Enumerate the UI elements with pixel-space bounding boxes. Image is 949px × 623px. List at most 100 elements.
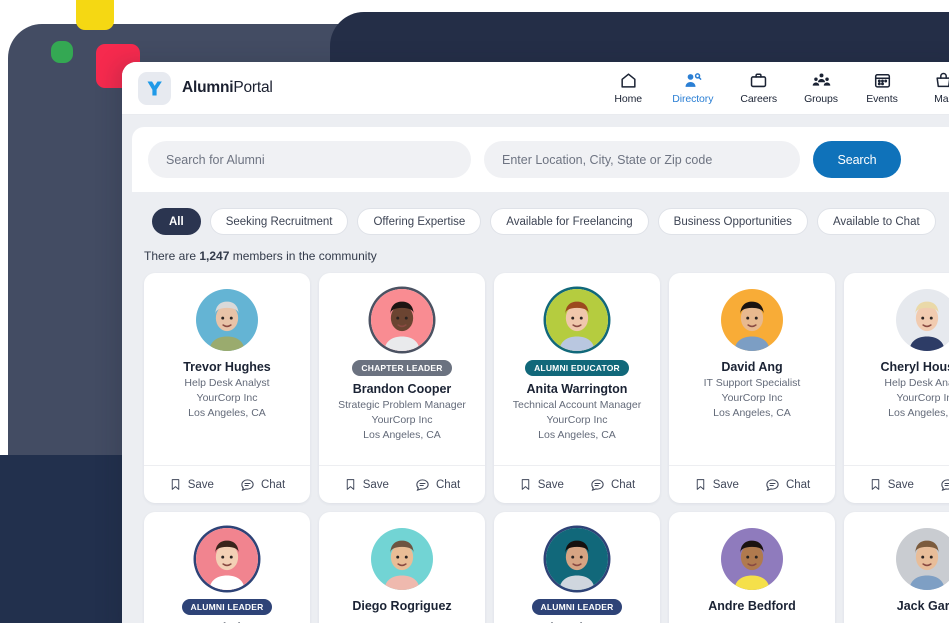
- filter-chip-seeking-recruitment[interactable]: Seeking Recruitment: [210, 208, 349, 235]
- member-card-body: ALUMNI LEADER Priya Sharma: [494, 512, 660, 623]
- nav-label-home: Home: [614, 93, 642, 105]
- screenshot-root: AlumniPortal Home Directory: [0, 0, 949, 623]
- nav-label-groups: Groups: [804, 93, 838, 105]
- people-icon: [812, 71, 831, 90]
- filter-chip-offering-expertise[interactable]: Offering Expertise: [357, 208, 481, 235]
- member-title: IT Support Specialist: [704, 377, 801, 389]
- save-label: Save: [363, 479, 389, 491]
- chat-bubble-icon: [415, 477, 430, 492]
- member-card-body: CHAPTER LEADER Brandon Cooper Strategic …: [319, 273, 485, 465]
- save-button[interactable]: Save: [344, 477, 389, 492]
- member-card[interactable]: Cheryl Houston Help Desk Analyst YourCorp…: [844, 273, 949, 503]
- filter-chip-business-opportunities[interactable]: Business Opportunities: [658, 208, 808, 235]
- member-count-value: 1,247: [199, 249, 229, 263]
- member-card-body: Trevor Hughes Help Desk AnalystYourCorp …: [144, 273, 310, 465]
- bookmark-icon: [519, 477, 532, 492]
- avatar: [721, 289, 783, 351]
- nav-label-events: Events: [866, 93, 898, 105]
- member-card[interactable]: Trevor Hughes Help Desk AnalystYourCorp …: [144, 273, 310, 503]
- member-card-footer: Save Chat: [144, 465, 310, 503]
- member-card-body: Jack Garn: [844, 512, 949, 623]
- member-card[interactable]: CHAPTER LEADER Brandon Cooper Strategic …: [319, 273, 485, 503]
- save-button[interactable]: Save: [694, 477, 739, 492]
- filter-chip-all[interactable]: All: [152, 208, 201, 235]
- avatar: [721, 528, 783, 590]
- member-title: Help Desk Analyst: [184, 377, 269, 389]
- nav-item-careers[interactable]: Careers: [740, 71, 777, 105]
- member-name: Brandon Cooper: [353, 382, 452, 396]
- member-card[interactable]: Diego Rogriguez Save Chat: [319, 512, 485, 623]
- bookmark-icon: [344, 477, 357, 492]
- member-name: Cheryl Houston: [880, 360, 949, 374]
- member-badge: ALUMNI LEADER: [532, 599, 623, 615]
- member-card[interactable]: Andre Bedford Save Chat: [669, 512, 835, 623]
- brand[interactable]: AlumniPortal: [138, 72, 273, 105]
- briefcase-icon: [749, 71, 768, 90]
- chat-bubble-icon: [240, 477, 255, 492]
- search-bar: Search: [132, 127, 949, 192]
- member-card-footer: Save Chat: [844, 465, 949, 503]
- marketplace-icon: [934, 71, 949, 90]
- member-card-footer: Save Chat: [669, 465, 835, 503]
- member-badge: ALUMNI LEADER: [182, 599, 273, 615]
- avatar: [896, 528, 949, 590]
- brand-name-light: Portal: [233, 79, 272, 96]
- avatar: [546, 528, 608, 590]
- bookmark-icon: [694, 477, 707, 492]
- search-input[interactable]: [148, 141, 471, 178]
- search-button[interactable]: Search: [813, 141, 901, 178]
- member-card[interactable]: Jack Garn Save Chat: [844, 512, 949, 623]
- member-company: YourCorp Inc: [372, 414, 433, 426]
- nav-item-groups[interactable]: Groups: [804, 71, 838, 105]
- member-card[interactable]: David Ang IT Support SpecialistYourCorp …: [669, 273, 835, 503]
- save-button[interactable]: Save: [169, 477, 214, 492]
- y-logo-icon: [138, 72, 171, 105]
- nav-item-events[interactable]: Events: [865, 71, 899, 105]
- member-column: David Ang IT Support SpecialistYourCorp …: [669, 273, 835, 623]
- decor-square-yellow: [76, 0, 114, 30]
- member-card-body: Cheryl Houston Help Desk Analyst YourCorp…: [844, 273, 949, 465]
- chat-label: Chat: [436, 479, 460, 491]
- member-company: YourCorp Inc: [722, 392, 783, 404]
- member-card[interactable]: ALUMNI EDUCATOR Anita Warrington Technic…: [494, 273, 660, 503]
- member-card-body: ALUMNI LEADER Mei Lin: [144, 512, 310, 623]
- filter-chip-available-to-chat[interactable]: Available to Chat: [817, 208, 936, 235]
- chat-label: Chat: [611, 479, 635, 491]
- nav-item-marketplace[interactable]: Mar: [926, 71, 949, 105]
- chat-button[interactable]: Chat: [940, 477, 949, 492]
- nav-item-directory[interactable]: Directory: [672, 71, 713, 105]
- nav-item-home[interactable]: Home: [611, 71, 645, 105]
- save-button[interactable]: Save: [869, 477, 914, 492]
- chat-bubble-icon: [590, 477, 605, 492]
- brand-name: AlumniPortal: [182, 79, 273, 97]
- chat-button[interactable]: Chat: [590, 477, 635, 492]
- member-title: Help Desk Analyst: [884, 377, 949, 389]
- member-card-footer: Save Chat: [319, 465, 485, 503]
- member-grid: Trevor Hughes Help Desk Analyst YourCorp …: [132, 263, 949, 623]
- member-location: Los Angeles, CA: [538, 429, 616, 441]
- location-input[interactable]: [484, 141, 800, 178]
- member-title: Technical Account Manager: [513, 399, 641, 411]
- member-count-suffix: members in the community: [229, 249, 376, 263]
- member-company: YourCorp Inc: [897, 392, 949, 404]
- save-label: Save: [888, 479, 914, 491]
- chat-button[interactable]: Chat: [765, 477, 810, 492]
- save-label: Save: [713, 479, 739, 491]
- member-card[interactable]: ALUMNI LEADER Mei Lin Save Chat: [144, 512, 310, 623]
- member-name: Jack Garn: [897, 599, 949, 613]
- filter-chips: All Seeking Recruitment Offering Experti…: [132, 192, 949, 235]
- chat-button[interactable]: Chat: [415, 477, 460, 492]
- user-search-icon: [683, 71, 702, 90]
- save-button[interactable]: Save: [519, 477, 564, 492]
- member-column: Trevor Hughes Help Desk AnalystYourCorp …: [144, 273, 310, 623]
- member-name: Trevor Hughes: [183, 360, 271, 374]
- calendar-icon: [873, 71, 892, 90]
- filter-chip-available-freelancing[interactable]: Available for Freelancing: [490, 208, 648, 235]
- chat-button[interactable]: Chat: [240, 477, 285, 492]
- member-card[interactable]: ALUMNI LEADER Priya Sharma Save Chat: [494, 512, 660, 623]
- save-label: Save: [538, 479, 564, 491]
- brand-name-bold: Alumni: [182, 79, 233, 96]
- app-header: AlumniPortal Home Directory: [122, 62, 949, 115]
- member-badge: CHAPTER LEADER: [352, 360, 451, 376]
- home-icon: [619, 71, 638, 90]
